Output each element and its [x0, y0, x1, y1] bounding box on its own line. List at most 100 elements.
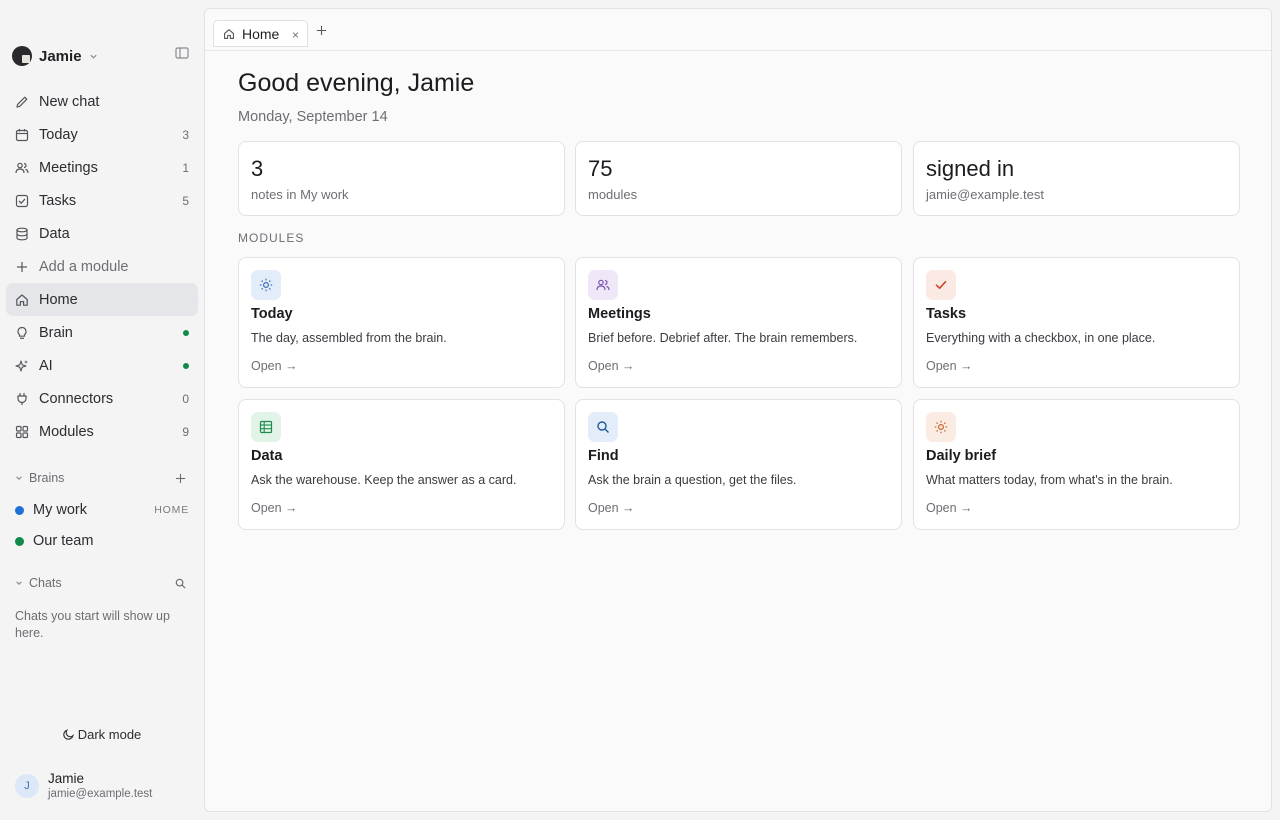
- tab-bar: Home ×: [205, 9, 1271, 51]
- stat-card-modules: 75 modules: [575, 141, 902, 216]
- module-open-link[interactable]: Open →: [588, 501, 635, 515]
- module-title: Data: [251, 448, 283, 464]
- module-description: What matters today, from what's in the b…: [926, 473, 1173, 487]
- count-badge: 9: [182, 424, 189, 439]
- module-description: Everything with a checkbox, in one place…: [926, 331, 1156, 345]
- tab-label: Home: [242, 25, 280, 42]
- stat-value: signed in: [926, 156, 1015, 181]
- search-icon[interactable]: [175, 578, 186, 589]
- sidebar-item-brain[interactable]: Brain: [6, 316, 198, 349]
- sidebar-item-label: AI: [39, 357, 53, 374]
- sidebar-item-add-module[interactable]: Add a module: [6, 250, 198, 283]
- page-title: Good evening, Jamie: [238, 69, 475, 97]
- brain-item-my-work[interactable]: My work HOME: [6, 496, 198, 524]
- brain-color-dot: [15, 536, 24, 546]
- module-title: Tasks: [926, 306, 967, 322]
- lightbulb-icon: [15, 326, 29, 340]
- count-badge: 3: [182, 127, 189, 142]
- grid-icon: [15, 425, 29, 439]
- status-dot: [183, 329, 189, 336]
- close-icon[interactable]: ×: [292, 28, 299, 42]
- user-name: Jamie: [48, 771, 85, 786]
- table-icon: [251, 412, 281, 442]
- sidebar-item-label: Brain: [39, 324, 73, 341]
- chats-section-header[interactable]: Chats: [15, 575, 190, 591]
- module-description: Ask the brain a question, get the files.: [588, 473, 797, 487]
- check-icon: [926, 270, 956, 300]
- dark-mode-toggle[interactable]: Dark mode: [0, 726, 204, 742]
- module-open-link[interactable]: Open →: [251, 359, 298, 373]
- section-title: Chats: [29, 576, 62, 590]
- sparkle-icon: [15, 359, 29, 373]
- sidebar-item-meetings[interactable]: Meetings 1: [6, 151, 198, 184]
- avatar: J: [15, 774, 39, 798]
- module-card-data[interactable]: Data Ask the warehouse. Keep the answer …: [238, 399, 565, 530]
- brain-color-dot: [15, 505, 24, 515]
- chevron-down-icon: [89, 52, 98, 61]
- sidebar-item-ai[interactable]: AI: [6, 349, 198, 382]
- status-dot: [183, 362, 189, 369]
- module-card-find[interactable]: Find Ask the brain a question, get the f…: [575, 399, 902, 530]
- moon-icon: [63, 728, 74, 740]
- stat-value: 75: [588, 156, 613, 181]
- sidebar-item-label: Home: [39, 291, 78, 308]
- sidebar-item-connectors[interactable]: Connectors 0: [6, 382, 198, 415]
- module-card-tasks[interactable]: Tasks Everything with a checkbox, in one…: [913, 257, 1240, 388]
- sidebar-item-label: Today: [39, 126, 78, 143]
- chevron-down-icon: [15, 474, 23, 482]
- sidebar-nav: New chat Today 3 Meetings 1 Tasks 5 Data…: [6, 85, 198, 448]
- stat-card-notes: 3 notes in My work: [238, 141, 565, 216]
- sidebar-item-modules[interactable]: Modules 9: [6, 415, 198, 448]
- stat-value: 3: [251, 156, 264, 181]
- sidebar-item-label: Meetings: [39, 159, 98, 176]
- module-title: Meetings: [588, 306, 651, 322]
- user-profile[interactable]: J Jamie jamie@example.test: [15, 768, 152, 804]
- module-open-link[interactable]: Open →: [251, 501, 298, 515]
- date-label: Monday, September 14: [238, 109, 388, 125]
- chevron-down-icon: [15, 579, 23, 587]
- chats-empty-text: Chats you start will show up here.: [15, 609, 170, 640]
- modules-heading: MODULES: [238, 231, 305, 245]
- module-open-link[interactable]: Open →: [926, 501, 973, 515]
- sidebar-item-label: New chat: [39, 93, 100, 110]
- sun-icon: [926, 412, 956, 442]
- brain-label: Our team: [33, 533, 94, 549]
- module-card-daily-brief[interactable]: Daily brief What matters today, from wha…: [913, 399, 1240, 530]
- checkbox-icon: [15, 194, 29, 208]
- add-brain-icon[interactable]: [175, 473, 186, 484]
- sidebar: Jamie New chat Today 3 Meetings 1 Tasks …: [0, 0, 204, 820]
- module-title: Daily brief: [926, 448, 997, 464]
- brains-section-header[interactable]: Brains: [15, 470, 190, 486]
- sidebar-item-data[interactable]: Data: [6, 217, 198, 250]
- sidebar-item-label: Add a module: [39, 258, 129, 275]
- sidebar-item-tasks[interactable]: Tasks 5: [6, 184, 198, 217]
- stat-label: jamie@example.test: [926, 187, 1044, 202]
- users-icon: [15, 161, 29, 175]
- brain-label: My work: [33, 502, 87, 518]
- dark-mode-label: Dark mode: [77, 726, 142, 742]
- section-title: Brains: [29, 471, 65, 485]
- stat-label: modules: [588, 187, 638, 202]
- sidebar-item-home[interactable]: Home: [6, 283, 198, 316]
- search-icon: [588, 412, 618, 442]
- users-icon: [588, 270, 618, 300]
- brain-item-our-team[interactable]: Our team: [6, 527, 198, 555]
- module-card-today[interactable]: Today The day, assembled from the brain.…: [238, 257, 565, 388]
- module-open-link[interactable]: Open →: [588, 359, 635, 373]
- sidebar-item-today[interactable]: Today 3: [6, 118, 198, 151]
- sidebar-item-new-chat[interactable]: New chat: [6, 85, 198, 118]
- workspace-switcher[interactable]: Jamie: [12, 45, 98, 67]
- module-card-meetings[interactable]: Meetings Brief before. Debrief after. Th…: [575, 257, 902, 388]
- calendar-icon: [15, 128, 29, 142]
- sidebar-toggle-icon[interactable]: [175, 46, 189, 60]
- stat-card-signed-in: signed in jamie@example.test: [913, 141, 1240, 216]
- new-tab-button[interactable]: [316, 25, 327, 36]
- module-open-link[interactable]: Open →: [926, 359, 973, 373]
- module-description: The day, assembled from the brain.: [251, 331, 447, 345]
- count-badge: 1: [182, 160, 189, 175]
- module-title: Find: [588, 448, 619, 464]
- workspace-avatar: [12, 46, 32, 66]
- workspace-name: Jamie: [39, 47, 82, 65]
- tab-home[interactable]: Home ×: [213, 20, 308, 47]
- sidebar-item-label: Connectors: [39, 390, 114, 407]
